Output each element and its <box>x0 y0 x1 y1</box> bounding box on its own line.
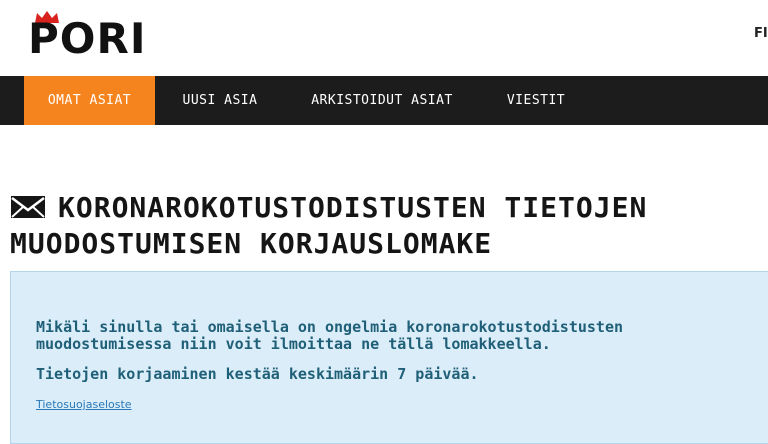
nav-item-omat-asiat[interactable]: OMAT ASIAT <box>24 76 155 125</box>
page-title: KORONAROKOTUSTODISTUSTEN TIETOJEN MUODOS… <box>10 190 760 262</box>
language-selector[interactable]: FI <box>754 26 768 41</box>
pori-logo[interactable]: PORI <box>28 8 198 60</box>
envelope-icon <box>11 196 45 218</box>
nav-item-uusi-asia[interactable]: UUSI ASIA <box>162 76 278 125</box>
nav-item-viestit[interactable]: VIESTIT <box>488 76 584 125</box>
page-title-section: KORONAROKOTUSTODISTUSTEN TIETOJEN MUODOS… <box>10 190 760 262</box>
site-header: PORI FI <box>0 0 768 76</box>
info-box: Mikäli sinulla tai omaisella on ongelmia… <box>10 271 768 444</box>
nav-item-arkistoidut-asiat[interactable]: ARKISTOIDUT ASIAT <box>290 76 474 125</box>
page-title-text: KORONAROKOTUSTODISTUSTEN TIETOJEN MUODOS… <box>10 191 648 260</box>
info-paragraph-problems: Mikäli sinulla tai omaisella on ongelmia… <box>36 318 623 353</box>
logo-text: PORI <box>28 14 147 63</box>
privacy-policy-link[interactable]: Tietosuojaseloste <box>36 398 132 411</box>
info-paragraph-duration: Tietojen korjaaminen kestää keskimäärin … <box>36 365 479 383</box>
main-nav: OMAT ASIAT UUSI ASIA ARKISTOIDUT ASIAT V… <box>0 76 768 125</box>
